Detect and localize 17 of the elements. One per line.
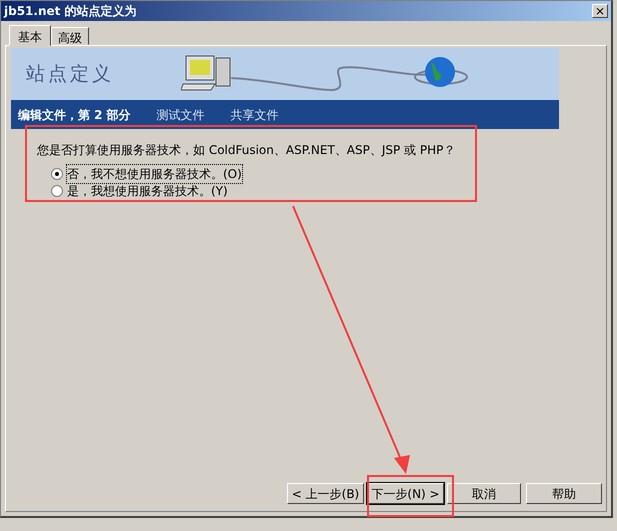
dialog-button[interactable]: < 上一步(B) [287,483,364,504]
tab[interactable]: 高级 [51,27,89,45]
step-link[interactable]: 共享文件 [230,106,279,124]
dialog-button[interactable]: 帮助 [526,483,602,504]
dialog-button[interactable]: 下一步(N) > [367,483,444,504]
banner-title: 站点定义 [26,62,114,87]
radio-button[interactable] [51,168,63,180]
step-link[interactable]: 测试文件 [156,106,205,124]
radio-button[interactable] [51,184,63,196]
radio-label[interactable]: 否，我不想使用服务器技术。(O) [67,164,242,182]
window-title: jb51.net 的站点定义为 [4,3,137,20]
tab[interactable]: 基本 [9,25,51,46]
question-text: 您是否打算使用服务器技术，如 ColdFusion、ASP.NET、ASP、JSP 或 PHP？ [37,142,456,159]
close-button[interactable]: × [592,4,608,18]
step-link[interactable]: 编辑文件，第 2 部分 [18,106,131,124]
dialog-button[interactable]: 取消 [447,483,521,504]
radio-label[interactable]: 是，我想使用服务器技术。(Y) [67,182,228,200]
